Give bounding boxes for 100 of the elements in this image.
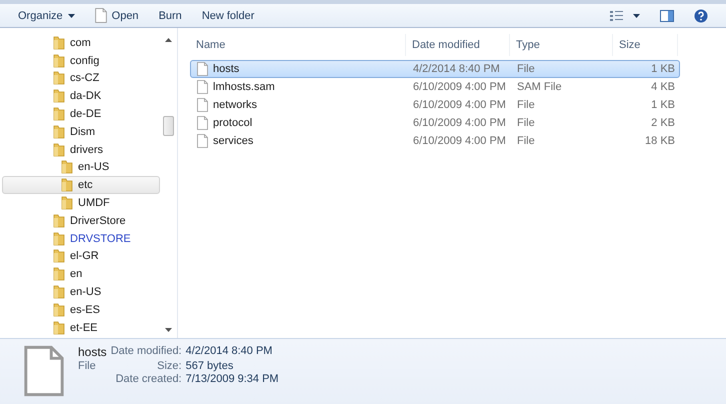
tree-item-label: Dism [70, 126, 96, 138]
tree-item-label: cs-CZ [70, 72, 100, 84]
folder-icon [61, 196, 73, 210]
date-cell-text: 6/10/2009 4:00 PM [412, 135, 507, 147]
tree-item-label: en-US [78, 161, 110, 174]
type-cell-text: File [516, 99, 536, 111]
folder-icon [53, 107, 65, 122]
tree-item-label: com [70, 36, 91, 49]
tree-item[interactable]: en-US [2, 283, 160, 301]
toolbar-button[interactable]: Burn [150, 6, 190, 26]
scroll-down-icon [165, 328, 172, 332]
type-cell-text: SAM File [516, 81, 563, 93]
detail-label: Date modified: [110, 345, 182, 359]
detail-value: 4/2/2014 8:40 PM [186, 345, 274, 359]
file-thumbnail-icon [24, 345, 64, 397]
tree-item-label: es-ES [70, 304, 100, 316]
tree-item-label: en-US [70, 286, 102, 298]
date-cell-text: 4/2/2014 8:40 PM [412, 63, 501, 75]
folder-icon [53, 214, 65, 228]
file-icon [197, 116, 208, 130]
file-row[interactable]: networks 6/10/2009 4:00 PM File 1 KB [190, 96, 680, 114]
folder-icon [53, 54, 65, 68]
folder-icon [53, 249, 65, 264]
file-row[interactable]: hosts 4/2/2014 8:40 PM File 1 KB [190, 60, 680, 78]
file-row[interactable]: protocol 6/10/2009 4:00 PM File 2 KB [190, 114, 680, 132]
detail-value: 7/13/2009 9:34 PM [186, 373, 279, 385]
scroll-up-icon [165, 38, 172, 42]
size-cell-text: 1 KB [650, 99, 676, 111]
folder-icon [53, 320, 65, 335]
size-cell-text: 18 KB [644, 135, 676, 147]
scrollbar-thumb[interactable] [163, 116, 174, 136]
file-type: File [78, 360, 97, 372]
open-button[interactable]: Open [86, 6, 147, 26]
type-cell-text: File [516, 117, 536, 129]
folder-icon [53, 71, 65, 86]
file-row[interactable]: lmhosts.sam 6/10/2009 4:00 PM SAM File 4 KB [190, 78, 680, 96]
file-name: protocol [213, 117, 252, 129]
tree-item[interactable]: da-DK [2, 87, 160, 106]
tree-item[interactable]: Dism [2, 122, 160, 141]
tree-item[interactable]: cs-CZ [2, 70, 160, 88]
tree-item[interactable]: et-EE [2, 318, 160, 337]
tree-item[interactable]: de-DE [2, 105, 160, 123]
tree-item-label: DriverStore [70, 214, 126, 227]
folder-icon [61, 160, 73, 174]
tree-item[interactable]: config [2, 52, 160, 70]
organize-button[interactable]: Organize [10, 6, 83, 26]
column-header[interactable]: Date modified [406, 34, 510, 56]
detail-value: 567 bytes [186, 360, 234, 372]
detail-label: Date created: [114, 373, 182, 385]
folder-icon [53, 36, 65, 50]
file-name: hosts [213, 63, 240, 75]
tree-item-label: DRVSTORE [70, 232, 131, 245]
file-name: hosts [78, 345, 107, 359]
folder-icon [53, 285, 65, 300]
toolbar-button[interactable]: New folder [194, 6, 262, 26]
tree-item-label: en [70, 268, 82, 280]
tree-item[interactable]: es-ES [2, 300, 160, 319]
date-cell-text: 6/10/2009 4:00 PM [412, 117, 507, 129]
folder-icon [53, 267, 65, 282]
tree-item-label: et-EE [70, 322, 98, 334]
tree-item[interactable]: en [2, 265, 160, 284]
size-cell-text: 1 KB [650, 63, 676, 75]
tree-item-label: config [70, 54, 100, 67]
file-name: lmhosts.sam [213, 81, 275, 93]
column-header[interactable]: Size [613, 34, 678, 56]
type-cell-text: File [516, 135, 536, 147]
column-header[interactable]: Name [190, 34, 406, 56]
date-cell-text: 6/10/2009 4:00 PM [412, 99, 507, 111]
tree-item[interactable]: el-GR [2, 248, 160, 266]
tree-item-label: UMDF [78, 197, 110, 210]
file-name: networks [213, 99, 258, 111]
date-cell-text: 6/10/2009 4:00 PM [412, 81, 507, 93]
type-cell-text: File [516, 63, 536, 75]
tree-item[interactable]: UMDF [2, 194, 160, 212]
file-icon [197, 134, 208, 148]
caret-icon [68, 14, 75, 18]
tree-item[interactable]: com [2, 34, 160, 52]
tree-item[interactable]: etc [2, 176, 160, 194]
file-icon [197, 98, 208, 112]
folder-icon [53, 89, 65, 104]
size-cell-text: 2 KB [650, 117, 676, 129]
tree-item-label: etc [78, 179, 93, 192]
tree-item[interactable]: DRVSTORE [2, 230, 160, 248]
tree-item-label: el-GR [70, 250, 99, 262]
tree-item[interactable]: en-US [2, 158, 160, 176]
tree-item-label: da-DK [70, 90, 102, 102]
tree-item[interactable]: DriverStore [2, 212, 160, 230]
tree-item[interactable]: drivers [2, 140, 160, 159]
detail-label: Size: [156, 360, 182, 372]
file-row[interactable]: services 6/10/2009 4:00 PM File 18 KB [190, 132, 680, 150]
file-name: services [213, 135, 254, 147]
size-cell-text: 4 KB [650, 81, 676, 93]
folder-icon [53, 232, 65, 246]
column-header[interactable]: Type [510, 34, 613, 56]
file-icon [197, 80, 208, 94]
tree-item-label: drivers [70, 144, 104, 156]
preview-pane-icon [660, 10, 674, 22]
folder-icon [61, 178, 73, 192]
file-icon [197, 62, 208, 76]
tree-item-label: de-DE [70, 108, 102, 120]
